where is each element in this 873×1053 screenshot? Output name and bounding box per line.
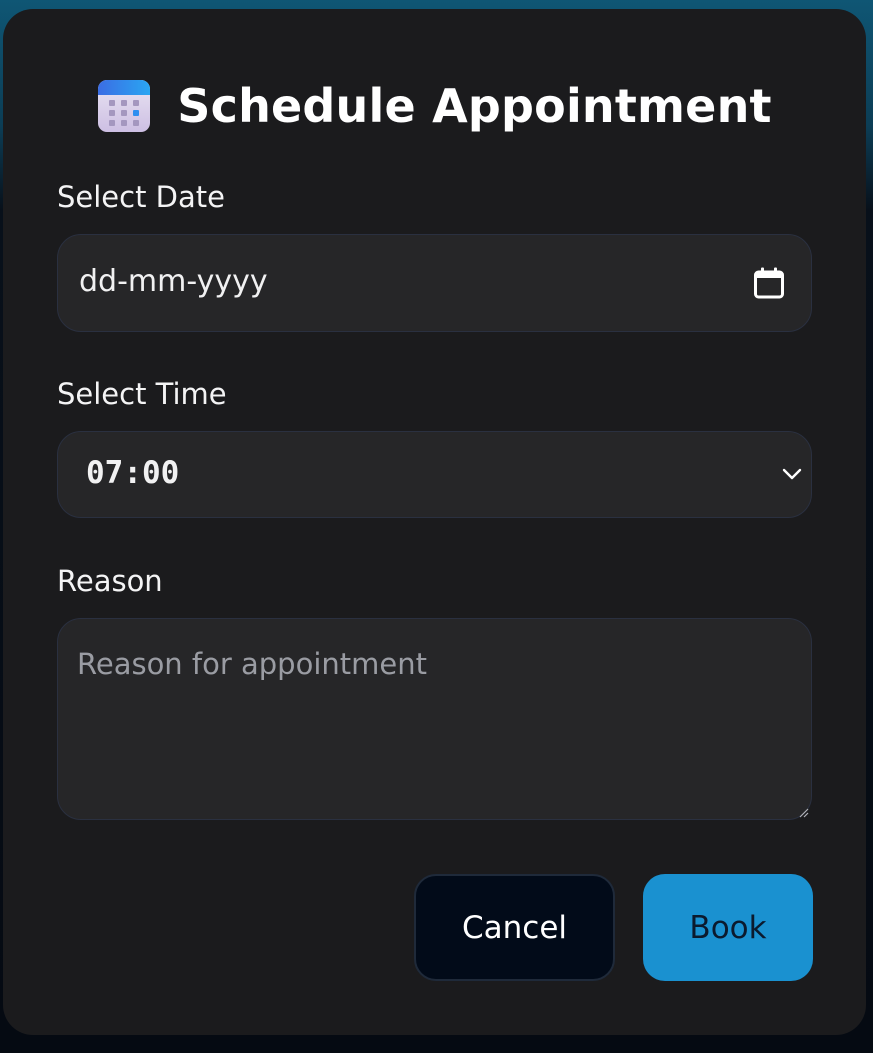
time-select[interactable]: 07:00 xyxy=(57,431,812,518)
time-label: Select Time xyxy=(57,377,227,411)
dialog-header: Schedule Appointment xyxy=(3,71,866,141)
calendar-emoji-icon xyxy=(97,79,151,133)
reason-textarea[interactable]: Reason for appointment xyxy=(57,618,812,820)
resize-handle-icon[interactable] xyxy=(797,805,809,818)
date-input-placeholder: dd-mm-yyyy xyxy=(79,264,268,299)
reason-label: Reason xyxy=(57,564,163,598)
cancel-button[interactable]: Cancel xyxy=(414,874,615,981)
calendar-icon[interactable] xyxy=(753,266,785,300)
chevron-down-icon xyxy=(781,466,803,482)
schedule-appointment-dialog: Schedule Appointment Select Date dd-mm-y… xyxy=(3,9,866,1035)
dialog-title: Schedule Appointment xyxy=(177,79,772,133)
book-button[interactable]: Book xyxy=(643,874,813,981)
time-select-value: 07:00 xyxy=(86,455,180,491)
date-label: Select Date xyxy=(57,180,225,214)
reason-textarea-placeholder: Reason for appointment xyxy=(77,647,427,681)
date-input[interactable]: dd-mm-yyyy xyxy=(57,234,812,332)
